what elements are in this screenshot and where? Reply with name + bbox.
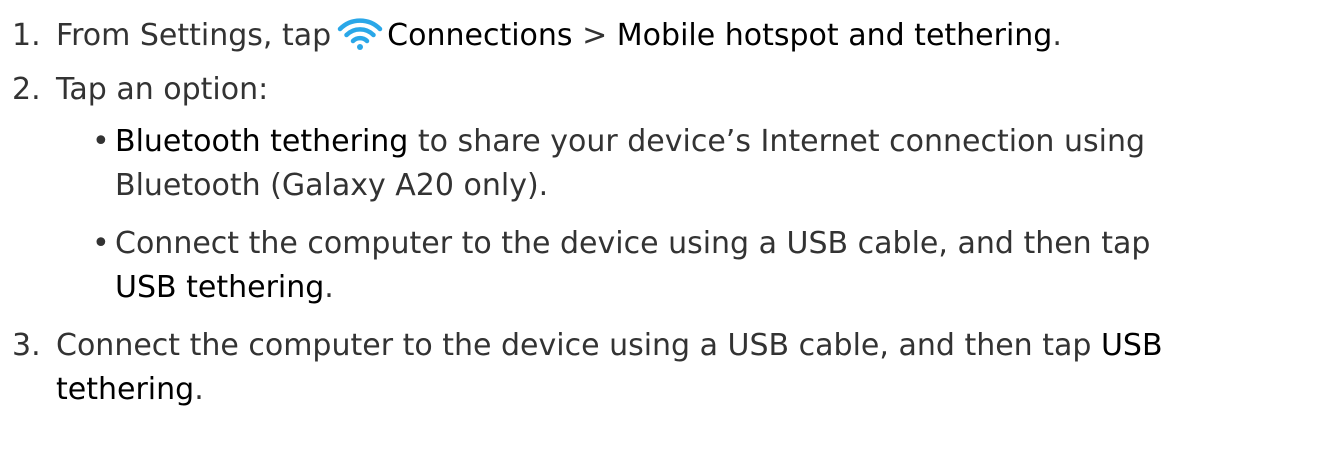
menu-connections: Connections <box>387 18 573 53</box>
step-prefix: From Settings, tap <box>56 18 332 53</box>
step-text: From Settings, tap Connections > Mobile … <box>56 14 1062 58</box>
step-text: Connect the computer to the device using… <box>56 324 1163 368</box>
bullet-text-line: to share your device’s Internet connecti… <box>417 124 1146 159</box>
step-number: 3. <box>12 328 41 363</box>
bullet-text: USB tethering. <box>115 266 334 310</box>
period: . <box>324 270 334 305</box>
step-number: 1. <box>12 18 41 53</box>
period: . <box>1052 18 1062 53</box>
step-text: Tap an option: <box>56 72 269 107</box>
option-usb: USB <box>1100 328 1163 363</box>
step-number: 2. <box>12 72 41 107</box>
menu-mobile-hotspot: Mobile hotspot and tethering <box>616 18 1053 53</box>
period: . <box>194 372 204 407</box>
bullet-icon: • <box>92 124 110 159</box>
option-tethering: tethering <box>56 372 195 407</box>
wifi-icon <box>337 18 383 50</box>
bullet-text-line: Connect the computer to the device using… <box>115 226 1151 261</box>
menu-separator: > <box>582 18 608 53</box>
step-text-line: Connect the computer to the device using… <box>56 328 1092 363</box>
option-bluetooth-tethering: Bluetooth tethering <box>115 124 409 159</box>
bullet-text-line: Bluetooth (Galaxy A20 only). <box>115 168 549 203</box>
bullet-text: Bluetooth tethering to share your device… <box>115 120 1145 164</box>
instruction-document: 1. From Settings, tap Connections > Mobi… <box>0 0 1333 452</box>
bullet-icon: • <box>92 226 110 261</box>
option-usb-tethering: USB tethering <box>115 270 325 305</box>
step-text: tethering. <box>56 368 204 412</box>
